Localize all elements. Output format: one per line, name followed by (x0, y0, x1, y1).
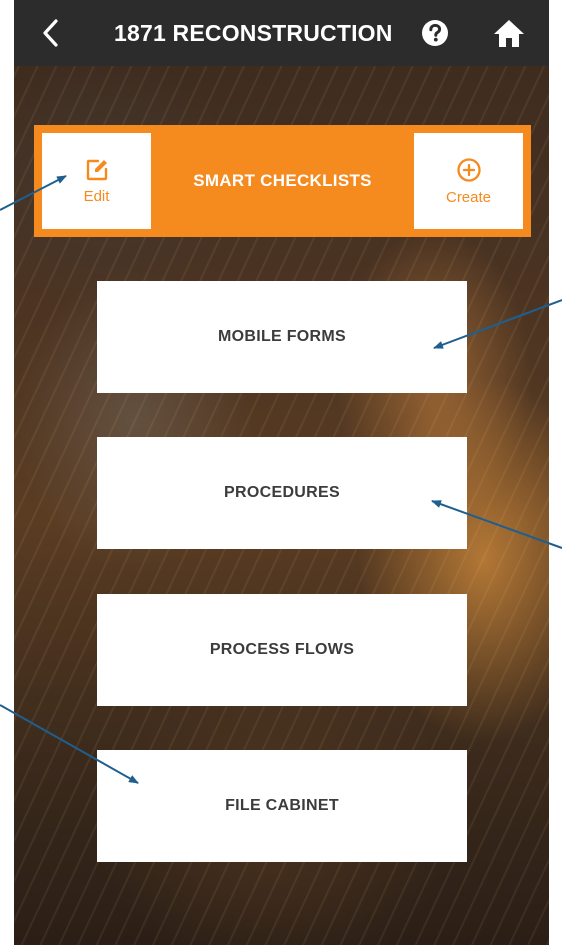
mobile-forms-label: MOBILE FORMS (217, 328, 347, 345)
smart-checklists-title: SMART CHECKLISTS (193, 171, 372, 190)
edit-icon (86, 159, 107, 180)
question-circle-icon (422, 20, 448, 46)
edit-button[interactable]: Edit (42, 133, 151, 229)
smart-checklists-button[interactable]: SMART CHECKLISTS (151, 125, 414, 237)
procedures-button[interactable]: PROCEDURES (97, 437, 467, 549)
process-flows-button[interactable]: PROCESS FLOWS (97, 594, 467, 706)
app-screen: 1871 RECONSTRUCTION Edit SMART CHECKLIST… (14, 0, 549, 945)
create-button[interactable]: Create (414, 133, 523, 229)
procedures-label: PROCEDURES (224, 484, 340, 501)
top-navigation-bar: 1871 RECONSTRUCTION (14, 0, 549, 66)
chevron-left-icon (43, 19, 58, 47)
page-title: 1871 RECONSTRUCTION (114, 20, 393, 46)
edit-label: Edit (83, 187, 110, 205)
help-button[interactable] (420, 18, 450, 48)
smart-checklists-bar: Edit SMART CHECKLISTS Create (34, 125, 531, 237)
mobile-forms-button[interactable]: MOBILE FORMS (97, 281, 467, 393)
file-cabinet-button[interactable]: FILE CABINET (97, 750, 467, 862)
process-flows-label: PROCESS FLOWS (209, 641, 355, 658)
plus-circle-icon (456, 157, 481, 182)
back-button[interactable] (32, 14, 68, 52)
home-button[interactable] (492, 17, 526, 49)
file-cabinet-label: FILE CABINET (225, 797, 339, 814)
home-icon (494, 20, 524, 47)
create-label: Create (445, 188, 492, 206)
